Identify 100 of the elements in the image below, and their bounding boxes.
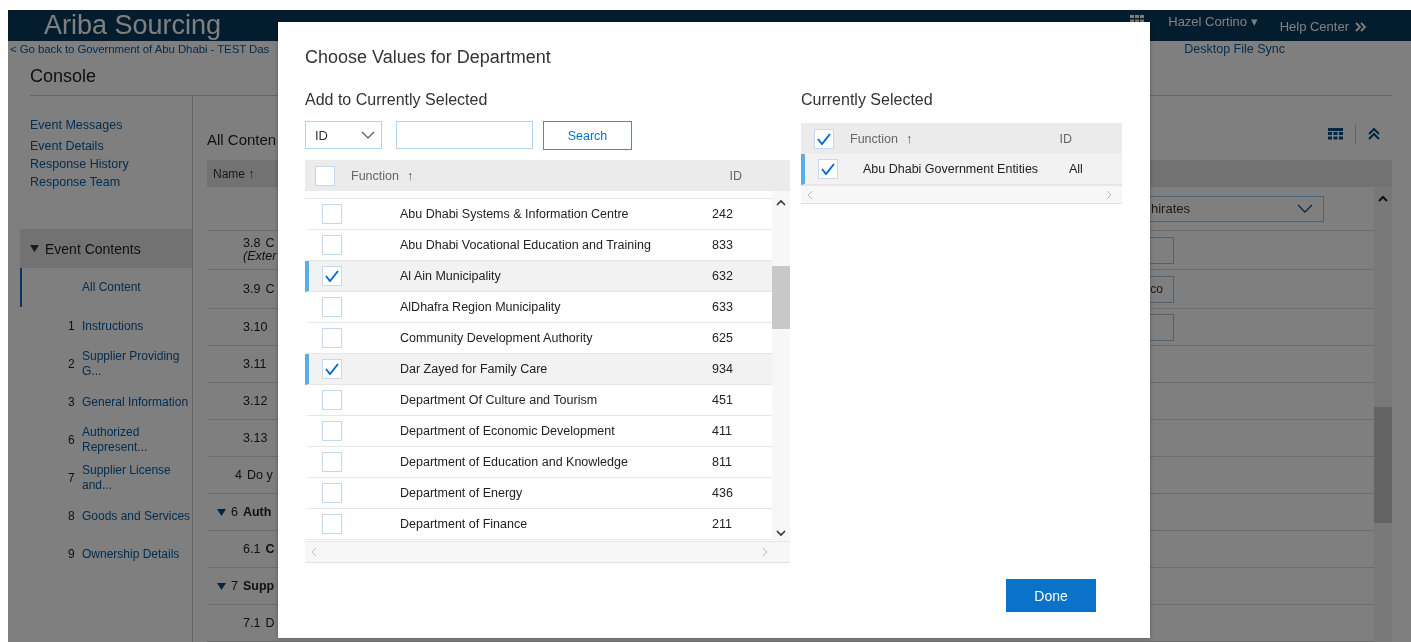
scroll-thumb[interactable]	[1374, 407, 1392, 523]
table-row[interactable]: AlDhafra Region Municipality 633	[305, 292, 772, 323]
table-cell-text: 451	[712, 393, 734, 407]
row-number: 3.10	[243, 320, 268, 334]
row-number: 3.8	[243, 237, 261, 250]
row-checkbox[interactable]	[322, 235, 342, 255]
row-checkbox[interactable]	[322, 328, 342, 348]
row-number: 3.9	[243, 282, 261, 296]
row-text: C	[265, 542, 275, 556]
table-row[interactable]: Department of Education and Knowledge 811	[305, 447, 772, 478]
table-cell-text: 633	[712, 300, 734, 314]
row-checkbox[interactable]	[322, 204, 342, 224]
scroll-down-icon[interactable]	[776, 530, 786, 537]
expand-triangle-icon[interactable]	[217, 508, 226, 516]
row-number: 6	[231, 505, 238, 519]
table-view-icon[interactable]	[1328, 128, 1343, 140]
sort-arrow: ↑	[406, 168, 414, 183]
column-header[interactable]: ID	[1059, 131, 1072, 146]
row-checkbox[interactable]	[322, 266, 342, 286]
column-header[interactable]: ID	[729, 168, 742, 183]
table-row[interactable]: Dar Zayed for Family Care 934	[305, 354, 772, 385]
table-cell-text: All	[1069, 162, 1084, 176]
desktop-sync-link[interactable]: Desktop File Sync	[1184, 42, 1285, 56]
search-field[interactable]	[396, 121, 533, 149]
table-cell-text: Abu Dhabi Vocational Education and Training	[400, 238, 652, 252]
row-checkbox[interactable]	[322, 297, 342, 317]
row-text: Auth	[242, 505, 272, 519]
scroll-right-icon[interactable]	[1106, 189, 1112, 200]
table-cell-text: 211	[712, 517, 733, 531]
row-text: Supp	[242, 579, 275, 593]
filter-dropdown[interactable]: ID	[305, 121, 382, 149]
nav-item[interactable]: 3 General Information	[20, 383, 192, 421]
table-cell-text: Al Ain Municipality	[400, 269, 502, 283]
table-cell-text: Community Development Authority	[400, 331, 594, 345]
console-link[interactable]: Event Messages	[30, 116, 192, 134]
row-number: 4	[235, 468, 242, 482]
scroll-right-icon[interactable]	[762, 547, 768, 557]
search-button[interactable]: Search	[543, 121, 632, 150]
table-cell-text: Department Of Culture and Tourism	[400, 393, 599, 407]
table-row[interactable]: Department Of Culture and Tourism 451	[305, 385, 772, 416]
scrollbar[interactable]	[772, 191, 790, 541]
dialog-title: Choose Values for Department	[305, 47, 552, 69]
scrollbar[interactable]	[1374, 187, 1392, 642]
nav-item[interactable]: 9 Ownership Details	[20, 535, 192, 573]
chevron-down-icon	[361, 131, 375, 139]
table-row[interactable]: Department of Energy 436	[305, 478, 772, 509]
row-number: 7.1	[243, 616, 261, 630]
table-cell-text: 632	[712, 269, 734, 283]
expand-triangle-icon[interactable]	[217, 582, 226, 590]
row-checkbox[interactable]	[818, 159, 838, 179]
row-checkbox[interactable]	[322, 359, 342, 379]
table-cell-text: 242	[712, 207, 734, 221]
table-cell-text: Department of Energy	[400, 486, 524, 500]
table-cell-text: Department of Economic Development	[400, 424, 616, 438]
scroll-thumb[interactable]	[772, 266, 790, 329]
table-cell-text: AlDhafra Region Municipality	[400, 300, 562, 314]
row-checkbox[interactable]	[322, 390, 342, 410]
section-title: All Conten	[207, 131, 277, 148]
collapse-icon[interactable]	[1368, 128, 1380, 140]
row-number: 3.13	[243, 431, 268, 445]
console-link[interactable]: Response History	[30, 155, 192, 173]
table-cell-text: Abu Dhabi Government Entities	[863, 162, 1040, 176]
row-checkbox[interactable]	[322, 514, 342, 534]
app-logo: Ariba Sourcing	[44, 10, 222, 41]
header-menu[interactable]: Hazel Cortino ▾	[1158, 14, 1268, 32]
scroll-up-icon[interactable]	[776, 199, 786, 206]
help-center-link[interactable]: Help Center	[1279, 19, 1367, 34]
scrollbar[interactable]	[305, 541, 790, 563]
table-cell-text: Department of Education and Knowledge	[400, 455, 629, 469]
table-row[interactable]: Abu Dhabi Systems & Information Centre 242	[305, 199, 772, 230]
table-row[interactable]: Department of Economic Development 411	[305, 416, 772, 447]
done-button[interactable]: Done	[1006, 579, 1096, 612]
sort-arrow: ↑	[905, 131, 913, 146]
section-header[interactable]: Event Contents	[20, 229, 192, 268]
scroll-left-icon[interactable]	[311, 547, 317, 557]
scrollbar[interactable]	[801, 185, 1122, 204]
row-note: (Exter	[243, 250, 277, 263]
nav-item[interactable]: All Content	[20, 268, 192, 307]
table-cell-text: 411	[712, 424, 733, 438]
chevron-down-icon	[1297, 204, 1313, 213]
row-text: Do y	[246, 468, 273, 482]
select-all-checkbox[interactable]	[814, 128, 834, 149]
table-row[interactable]: Al Ain Municipality 632	[305, 261, 772, 292]
console-link[interactable]: Response Team	[30, 173, 192, 191]
table-row[interactable]: Department of Finance 211	[305, 509, 772, 540]
column-header[interactable]: Function	[850, 131, 898, 146]
nav-item[interactable]: 1 Instructions	[20, 307, 192, 345]
table-cell-text: 934	[712, 362, 734, 376]
column-header[interactable]: Name ↑	[213, 166, 255, 181]
row-checkbox[interactable]	[322, 452, 342, 472]
row-checkbox[interactable]	[322, 421, 342, 441]
select-all-checkbox[interactable]	[315, 165, 335, 186]
scroll-left-icon[interactable]	[807, 189, 813, 200]
console-link[interactable]: Event Details	[30, 137, 192, 155]
row-checkbox[interactable]	[322, 483, 342, 503]
nav-item[interactable]: 8 Goods and Services	[20, 497, 192, 535]
row-text: C	[265, 282, 275, 296]
table-row[interactable]: Abu Dhabi Government Entities All	[801, 154, 1122, 185]
back-link[interactable]: < Go back to Government of Abu Dhabi - TEST Das	[10, 43, 270, 55]
column-header[interactable]: Function	[351, 168, 399, 183]
